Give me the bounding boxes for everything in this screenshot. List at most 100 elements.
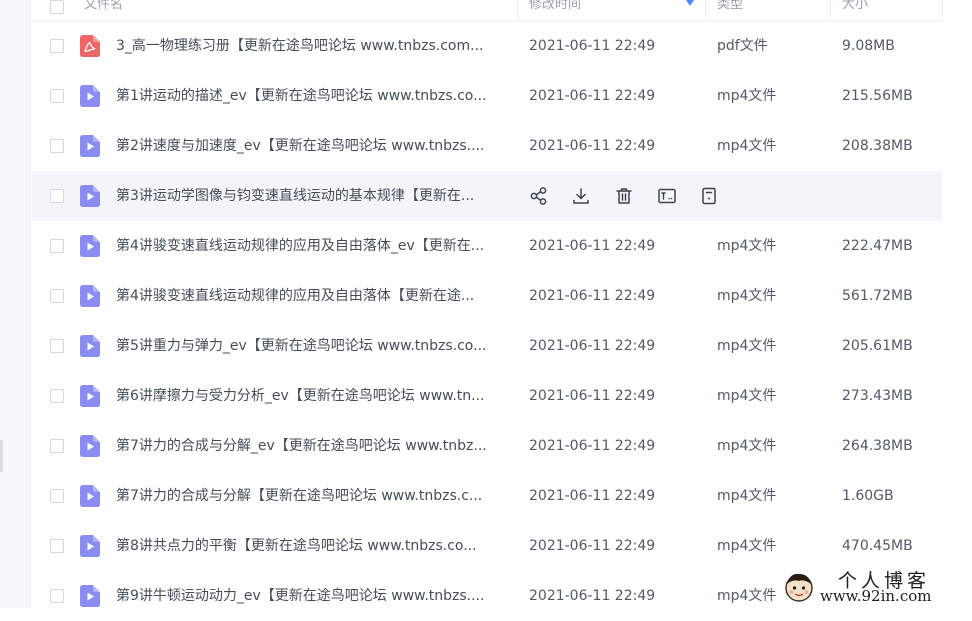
row-checkbox[interactable] bbox=[50, 139, 64, 153]
video-file-icon bbox=[80, 185, 100, 207]
file-name[interactable]: 第7讲力的合成与分解【更新在途鸟吧论坛 www.tnbzs.c... bbox=[116, 471, 516, 521]
column-divider bbox=[705, 0, 706, 20]
column-header-size[interactable]: 大小 bbox=[842, 0, 868, 18]
column-divider bbox=[942, 0, 943, 20]
file-row[interactable]: 第5讲重力与弹力_ev【更新在途鸟吧论坛 www.tnbzs.co... 2021… bbox=[32, 321, 942, 371]
file-type: mp4文件 bbox=[717, 88, 777, 104]
file-row[interactable]: 第2讲速度与加速度_ev【更新在途鸟吧论坛 www.tnbzs.... 2021-… bbox=[32, 121, 942, 171]
row-checkbox[interactable] bbox=[50, 89, 64, 103]
file-name[interactable]: 第5讲重力与弹力_ev【更新在途鸟吧论坛 www.tnbzs.co... bbox=[116, 321, 516, 371]
column-divider bbox=[830, 0, 831, 20]
file-name[interactable]: 第9讲牛顿运动动力_ev【更新在途鸟吧论坛 www.tnbzs.... bbox=[116, 571, 516, 621]
panel-resize-handle[interactable] bbox=[0, 440, 3, 472]
row-checkbox[interactable] bbox=[50, 339, 64, 353]
file-modified-time: 2021-06-11 22:49 bbox=[529, 488, 656, 504]
video-file-icon bbox=[80, 135, 100, 157]
file-name[interactable]: 第2讲速度与加速度_ev【更新在途鸟吧论坛 www.tnbzs.... bbox=[116, 121, 516, 171]
file-row[interactable]: 第6讲摩擦力与受力分析_ev【更新在途鸟吧论坛 www.tn... 2021-06… bbox=[32, 371, 942, 421]
file-name[interactable]: 第3讲运动学图像与钧变速直线运动的基本规律【更新在... bbox=[116, 171, 516, 221]
file-modified-time: 2021-06-11 22:49 bbox=[529, 288, 656, 304]
table-header: 文件名 修改时间 类型 大小 bbox=[32, 0, 944, 21]
file-table: 文件名 修改时间 类型 大小 3_高一物理练习册【更新在途鸟吧论坛 www.tn… bbox=[32, 0, 972, 608]
file-type: mp4文件 bbox=[717, 438, 777, 454]
file-type: mp4文件 bbox=[717, 288, 777, 304]
file-size: 222.47MB bbox=[842, 238, 913, 254]
file-name[interactable]: 第6讲摩擦力与受力分析_ev【更新在途鸟吧论坛 www.tn... bbox=[116, 371, 516, 421]
select-all-checkbox[interactable] bbox=[50, 0, 64, 14]
file-name[interactable]: 第7讲力的合成与分解_ev【更新在途鸟吧论坛 www.tnbz... bbox=[116, 421, 516, 471]
file-type: mp4文件 bbox=[717, 538, 777, 554]
file-modified-time: 2021-06-11 22:49 bbox=[529, 38, 656, 54]
column-divider bbox=[517, 0, 518, 20]
file-type: mp4文件 bbox=[717, 488, 777, 504]
row-checkbox[interactable] bbox=[50, 439, 64, 453]
more-icon[interactable] bbox=[699, 186, 719, 206]
file-size: 9.08MB bbox=[842, 38, 895, 54]
file-modified-time: 2021-06-11 22:49 bbox=[529, 338, 656, 354]
file-modified-time: 2021-06-11 22:49 bbox=[529, 88, 656, 104]
sort-descending-icon[interactable] bbox=[686, 0, 694, 6]
file-size: 215.56MB bbox=[842, 88, 913, 104]
file-type: mp4文件 bbox=[717, 238, 777, 254]
video-file-icon bbox=[80, 435, 100, 457]
video-file-icon bbox=[80, 485, 100, 507]
file-row[interactable]: 第3讲运动学图像与钧变速直线运动的基本规律【更新在... bbox=[32, 171, 942, 221]
column-header-modified-time[interactable]: 修改时间 bbox=[529, 0, 581, 18]
video-file-icon bbox=[80, 535, 100, 557]
watermark-url: www.92in.com bbox=[820, 587, 932, 605]
file-type: mp4文件 bbox=[717, 588, 777, 604]
video-file-icon bbox=[80, 385, 100, 407]
file-modified-time: 2021-06-11 22:49 bbox=[529, 138, 656, 154]
file-modified-time: 2021-06-11 22:49 bbox=[529, 388, 656, 404]
row-checkbox[interactable] bbox=[50, 289, 64, 303]
video-file-icon bbox=[80, 335, 100, 357]
video-file-icon bbox=[80, 285, 100, 307]
row-checkbox[interactable] bbox=[50, 39, 64, 53]
rename-icon[interactable] bbox=[657, 186, 677, 206]
file-type: pdf文件 bbox=[717, 38, 768, 54]
file-name[interactable]: 第4讲骏变速直线运动规律的应用及自由落体_ev【更新在... bbox=[116, 221, 516, 271]
file-type: mp4文件 bbox=[717, 138, 777, 154]
row-checkbox[interactable] bbox=[50, 489, 64, 503]
file-size: 273.43MB bbox=[842, 388, 913, 404]
file-row[interactable]: 3_高一物理练习册【更新在途鸟吧论坛 www.tnbzs.com... 2021-… bbox=[32, 21, 942, 71]
file-size: 205.61MB bbox=[842, 338, 913, 354]
file-name[interactable]: 第4讲骏变速直线运动规律的应用及自由落体【更新在途... bbox=[116, 271, 516, 321]
file-row[interactable]: 第8讲共点力的平衡【更新在途鸟吧论坛 www.tnbzs.co... 2021-0… bbox=[32, 521, 942, 571]
row-checkbox[interactable] bbox=[50, 239, 64, 253]
file-size: 1.60GB bbox=[842, 488, 894, 504]
share-icon[interactable] bbox=[529, 186, 549, 206]
column-header-type[interactable]: 类型 bbox=[717, 0, 743, 18]
file-type: mp4文件 bbox=[717, 338, 777, 354]
video-file-icon bbox=[80, 585, 100, 607]
file-modified-time: 2021-06-11 22:49 bbox=[529, 588, 656, 604]
file-modified-time: 2021-06-11 22:49 bbox=[529, 438, 656, 454]
side-panel-edge bbox=[0, 0, 31, 608]
file-row[interactable]: 第7讲力的合成与分解【更新在途鸟吧论坛 www.tnbzs.c... 2021-0… bbox=[32, 471, 942, 521]
row-checkbox[interactable] bbox=[50, 389, 64, 403]
file-size: 208.38MB bbox=[842, 138, 913, 154]
row-checkbox[interactable] bbox=[50, 589, 64, 603]
file-type: mp4文件 bbox=[717, 388, 777, 404]
file-name[interactable]: 第1讲运动的描述_ev【更新在途鸟吧论坛 www.tnbzs.co... bbox=[116, 71, 516, 121]
file-row[interactable]: 第4讲骏变速直线运动规律的应用及自由落体_ev【更新在... 2021-06-11… bbox=[32, 221, 942, 271]
download-icon[interactable] bbox=[571, 186, 591, 206]
row-checkbox[interactable] bbox=[50, 189, 64, 203]
delete-icon[interactable] bbox=[614, 186, 634, 206]
cartoon-avatar-icon bbox=[785, 573, 813, 602]
file-modified-time: 2021-06-11 22:49 bbox=[529, 538, 656, 554]
file-name[interactable]: 3_高一物理练习册【更新在途鸟吧论坛 www.tnbzs.com... bbox=[116, 21, 516, 71]
file-name[interactable]: 第8讲共点力的平衡【更新在途鸟吧论坛 www.tnbzs.co... bbox=[116, 521, 516, 571]
file-row[interactable]: 第7讲力的合成与分解_ev【更新在途鸟吧论坛 www.tnbz... 2021-0… bbox=[32, 421, 942, 471]
file-size: 561.72MB bbox=[842, 288, 913, 304]
file-modified-time: 2021-06-11 22:49 bbox=[529, 238, 656, 254]
blog-watermark: 个人博客 www.92in.com bbox=[776, 566, 972, 608]
video-file-icon bbox=[80, 235, 100, 257]
row-checkbox[interactable] bbox=[50, 539, 64, 553]
column-header-name[interactable]: 文件名 bbox=[84, 0, 123, 18]
pdf-icon bbox=[80, 35, 100, 57]
file-row[interactable]: 第1讲运动的描述_ev【更新在途鸟吧论坛 www.tnbzs.co... 2021… bbox=[32, 71, 942, 121]
file-size: 264.38MB bbox=[842, 438, 913, 454]
file-row[interactable]: 第4讲骏变速直线运动规律的应用及自由落体【更新在途... 2021-06-11 2… bbox=[32, 271, 942, 321]
file-size: 470.45MB bbox=[842, 538, 913, 554]
